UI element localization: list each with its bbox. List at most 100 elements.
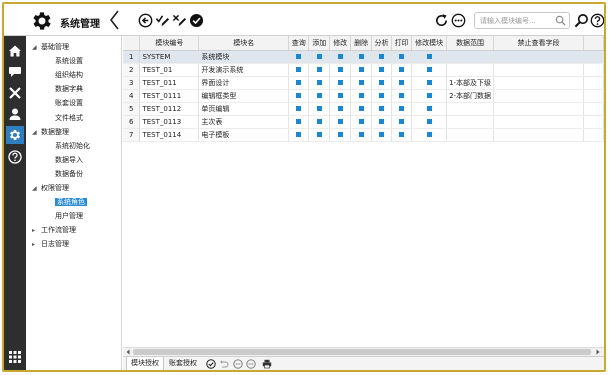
checked-square-icon[interactable]: [379, 92, 385, 98]
caret-right-icon[interactable]: ▸: [32, 224, 41, 237]
column-header[interactable]: 修改模块: [411, 36, 448, 51]
checked-square-icon[interactable]: [399, 92, 405, 98]
permission-cell[interactable]: [350, 115, 373, 129]
checked-square-icon[interactable]: [316, 53, 322, 59]
checked-square-icon[interactable]: [296, 131, 302, 137]
hidden-fields-cell[interactable]: [493, 76, 584, 90]
permission-cell[interactable]: [308, 50, 331, 64]
nav-group-1[interactable]: ◢ 数据整理: [32, 126, 69, 139]
nav-group-4[interactable]: ▸ 日志管理: [32, 238, 69, 251]
permission-cell[interactable]: [308, 89, 331, 103]
checked-square-icon[interactable]: [379, 53, 385, 59]
module-code-cell[interactable]: TEST_0111: [139, 89, 200, 103]
data-scope-cell[interactable]: [446, 50, 495, 64]
hidden-fields-cell[interactable]: [493, 89, 584, 103]
tab-account-auth[interactable]: 账套授权: [165, 357, 201, 370]
permission-cell[interactable]: [308, 128, 331, 142]
permission-cell[interactable]: [288, 102, 310, 116]
checked-square-icon[interactable]: [316, 131, 322, 137]
nav-item[interactable]: 系统初始化: [55, 140, 90, 153]
checked-square-icon[interactable]: [379, 118, 385, 124]
column-header[interactable]: 打印: [391, 36, 413, 51]
chevron-left-icon[interactable]: [107, 8, 123, 32]
permission-cell[interactable]: [391, 63, 413, 77]
table-row[interactable]: 5 TEST_0112 单页编辑: [123, 102, 604, 116]
checked-square-icon[interactable]: [426, 53, 432, 59]
checked-square-icon[interactable]: [337, 105, 343, 111]
permission-cell[interactable]: [411, 115, 448, 129]
table-row[interactable]: 2 TEST_01 开发演示系统: [123, 63, 604, 77]
permission-cell[interactable]: [329, 115, 352, 129]
permission-cell[interactable]: [308, 76, 331, 90]
permission-cell[interactable]: [350, 102, 373, 116]
column-header[interactable]: 删除: [350, 36, 373, 51]
checked-square-icon[interactable]: [399, 53, 405, 59]
column-header[interactable]: 禁止查看字段: [493, 36, 584, 51]
nav-item[interactable]: 数据字典: [55, 83, 83, 96]
checked-square-icon[interactable]: [358, 66, 364, 72]
hidden-fields-cell[interactable]: [493, 63, 584, 77]
permission-cell[interactable]: [391, 89, 413, 103]
hidden-fields-cell[interactable]: [493, 102, 584, 116]
options-circle-icon[interactable]: [246, 359, 256, 369]
checked-square-icon[interactable]: [316, 79, 322, 85]
hidden-fields-cell[interactable]: [493, 128, 584, 142]
nav-item[interactable]: 组织结构: [55, 69, 83, 82]
tools-icon[interactable]: [6, 84, 24, 102]
print-icon[interactable]: [262, 359, 272, 369]
checked-square-icon[interactable]: [358, 79, 364, 85]
permission-cell[interactable]: [391, 76, 413, 90]
search-icon[interactable]: [555, 15, 566, 26]
permission-cell[interactable]: [411, 89, 448, 103]
help-circle-icon[interactable]: [6, 148, 24, 166]
caret-right-icon[interactable]: ▸: [32, 238, 41, 251]
permission-cell[interactable]: [329, 50, 352, 64]
edit-check-icon[interactable]: [155, 13, 170, 28]
nav-item[interactable]: 数据备份: [55, 168, 83, 181]
data-scope-cell[interactable]: [446, 63, 495, 77]
column-header[interactable]: 查询: [288, 36, 310, 51]
horizontal-scrollbar[interactable]: [123, 347, 604, 356]
permission-cell[interactable]: [411, 76, 448, 90]
caret-down-icon[interactable]: ◢: [32, 182, 41, 195]
module-name-cell[interactable]: 主次表: [198, 115, 290, 129]
permission-cell[interactable]: [371, 128, 393, 142]
checked-square-icon[interactable]: [379, 79, 385, 85]
checked-square-icon[interactable]: [316, 105, 322, 111]
permission-cell[interactable]: [391, 128, 413, 142]
permission-cell[interactable]: [308, 102, 331, 116]
permission-cell[interactable]: [350, 76, 373, 90]
caret-down-icon[interactable]: ◢: [32, 126, 41, 139]
checked-square-icon[interactable]: [426, 92, 432, 98]
column-header[interactable]: 修改: [329, 36, 352, 51]
module-name-cell[interactable]: 开发演示系统: [198, 63, 290, 77]
nav-item[interactable]: 用户管理: [55, 210, 83, 223]
module-code-cell[interactable]: TEST_011: [139, 76, 200, 90]
permission-cell[interactable]: [288, 115, 310, 129]
permission-cell[interactable]: [288, 89, 310, 103]
data-scope-cell[interactable]: [446, 102, 495, 116]
permission-cell[interactable]: [288, 63, 310, 77]
checked-square-icon[interactable]: [337, 131, 343, 137]
advanced-search-icon[interactable]: [574, 13, 589, 28]
undo-icon[interactable]: [219, 359, 229, 369]
checked-square-icon[interactable]: [337, 53, 343, 59]
module-code-cell[interactable]: SYSTEM: [139, 50, 200, 64]
data-scope-cell[interactable]: [446, 115, 495, 129]
hidden-fields-cell[interactable]: [493, 115, 584, 129]
nav-item[interactable]: 账套设置: [55, 97, 83, 110]
apps-grid-icon[interactable]: [6, 348, 24, 366]
permission-cell[interactable]: [288, 50, 310, 64]
permission-cell[interactable]: [411, 102, 448, 116]
settings-icon[interactable]: [6, 126, 24, 144]
permission-cell[interactable]: [411, 128, 448, 142]
checked-square-icon[interactable]: [399, 131, 405, 137]
nav-item[interactable]: 系统设置: [55, 55, 83, 68]
column-header[interactable]: 数据范围: [446, 36, 495, 51]
permission-cell[interactable]: [329, 89, 352, 103]
help-icon[interactable]: [590, 13, 605, 28]
module-code-cell[interactable]: TEST_0113: [139, 115, 200, 129]
checked-square-icon[interactable]: [426, 105, 432, 111]
column-header[interactable]: 分析: [371, 36, 393, 51]
checked-square-icon[interactable]: [296, 66, 302, 72]
